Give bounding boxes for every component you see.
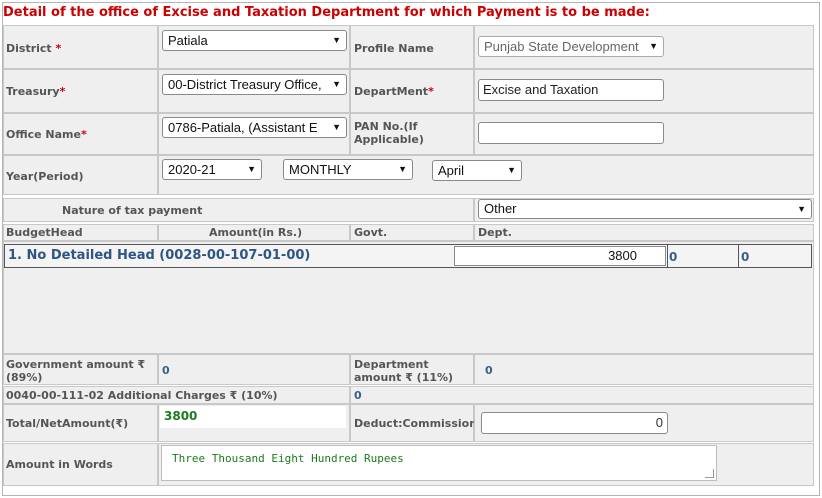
profile-label-cell: Profile Name: [350, 25, 474, 69]
chevron-down-icon: ▼: [398, 164, 407, 174]
period-select[interactable]: MONTHLY ▼: [283, 159, 413, 180]
row-divider: [738, 245, 739, 267]
deduct-commission-label: Deduct:Commission: [354, 417, 478, 430]
chevron-down-icon: ▼: [332, 122, 341, 132]
district-label-cell: District *: [3, 25, 158, 69]
department-field[interactable]: Excise and Taxation: [478, 79, 664, 101]
treasury-select[interactable]: 00-District Treasury Office, ▼: [162, 74, 347, 95]
year-select[interactable]: 2020-21 ▼: [162, 159, 262, 180]
govt-amount-label: Government amount ₹ (89%): [6, 358, 146, 384]
profile-name-select[interactable]: Punjab State Development ▼: [478, 36, 664, 57]
chevron-down-icon: ▼: [247, 164, 256, 174]
govt-amount-label-cell: Government amount ₹ (89%): [3, 354, 158, 385]
budget-head-header: BudgetHead: [3, 224, 158, 241]
additional-charges-label: 0040-00-111-02 Additional Charges ₹ (10%…: [6, 389, 278, 402]
dept-amount-label: Department amount ₹ (11%): [354, 358, 454, 384]
amount-in-words-label: Amount in Words: [6, 458, 113, 471]
amount-in-words-text: Three Thousand Eight Hundred Rupees: [172, 452, 404, 465]
nature-label-cell: Nature of tax payment: [3, 198, 474, 222]
amount-in-words-field[interactable]: Three Thousand Eight Hundred Rupees: [161, 445, 717, 481]
dept-amount-label-cell: Department amount ₹ (11%): [350, 354, 474, 385]
nature-of-tax-select[interactable]: Other ▼: [478, 199, 812, 219]
chevron-down-icon: ▼: [649, 41, 658, 51]
month-select[interactable]: April ▼: [432, 160, 522, 181]
budget-head-name: 1. No Detailed Head (0028-00-107-01-00): [8, 248, 311, 263]
office-name-select[interactable]: 0786-Patiala, (Assistant E ▼: [162, 117, 347, 138]
govt-amount-value-cell: 0: [158, 354, 350, 385]
deduct-commission-field[interactable]: 0: [481, 412, 668, 434]
pan-label: PAN No.(If Applicable): [354, 120, 424, 146]
budget-govt-value: 0: [669, 250, 678, 264]
additional-charges-value-cell: 0: [350, 386, 814, 404]
resize-handle-icon[interactable]: [705, 469, 714, 478]
total-net-amount-label: Total/NetAmount(₹): [6, 417, 129, 430]
profile-name-label: Profile Name: [354, 42, 434, 55]
district-select[interactable]: Patiala ▼: [162, 30, 347, 51]
budget-dept-value: 0: [741, 250, 750, 264]
chevron-down-icon: ▼: [507, 165, 516, 175]
department-label: DepartMent*: [354, 85, 434, 98]
budget-amount-input[interactable]: 3800: [454, 246, 666, 266]
amount-header: Amount(in Rs.): [158, 224, 350, 241]
pan-label-cell: PAN No.(If Applicable): [350, 113, 474, 155]
additional-charges-label-cell: 0040-00-111-02 Additional Charges ₹ (10%…: [3, 386, 350, 404]
row-divider: [667, 245, 668, 267]
year-period-label: Year(Period): [6, 170, 84, 183]
table-row: 1. No Detailed Head (0028-00-107-01-00) …: [4, 244, 812, 268]
district-label: District *: [6, 42, 62, 55]
nature-of-tax-label: Nature of tax payment: [62, 204, 203, 217]
dept-amount-value: 0: [485, 364, 493, 377]
dept-header: Dept.: [474, 224, 814, 241]
treasury-label-cell: Treasury*: [3, 69, 158, 113]
govt-amount-value: 0: [162, 364, 170, 377]
dept-amount-value-cell: 0: [474, 354, 814, 385]
total-label-cell: Total/NetAmount(₹): [3, 404, 158, 442]
year-label-cell: Year(Period): [3, 155, 158, 195]
pan-field[interactable]: [478, 122, 664, 144]
words-label-cell: Amount in Words: [3, 443, 158, 486]
office-name-label: Office Name*: [6, 128, 87, 141]
chevron-down-icon: ▼: [797, 204, 806, 214]
office-label-cell: Office Name*: [3, 113, 158, 155]
deduct-label-cell: Deduct:Commission: [350, 404, 478, 442]
treasury-label: Treasury*: [6, 85, 66, 98]
govt-header: Govt.: [350, 224, 474, 241]
chevron-down-icon: ▼: [332, 35, 341, 45]
department-label-cell: DepartMent*: [350, 69, 474, 113]
chevron-down-icon: ▼: [332, 79, 341, 89]
total-net-amount-field[interactable]: 3800: [160, 406, 346, 428]
section-title: Detail of the office of Excise and Taxat…: [3, 5, 650, 20]
additional-charges-value: 0: [354, 389, 362, 402]
